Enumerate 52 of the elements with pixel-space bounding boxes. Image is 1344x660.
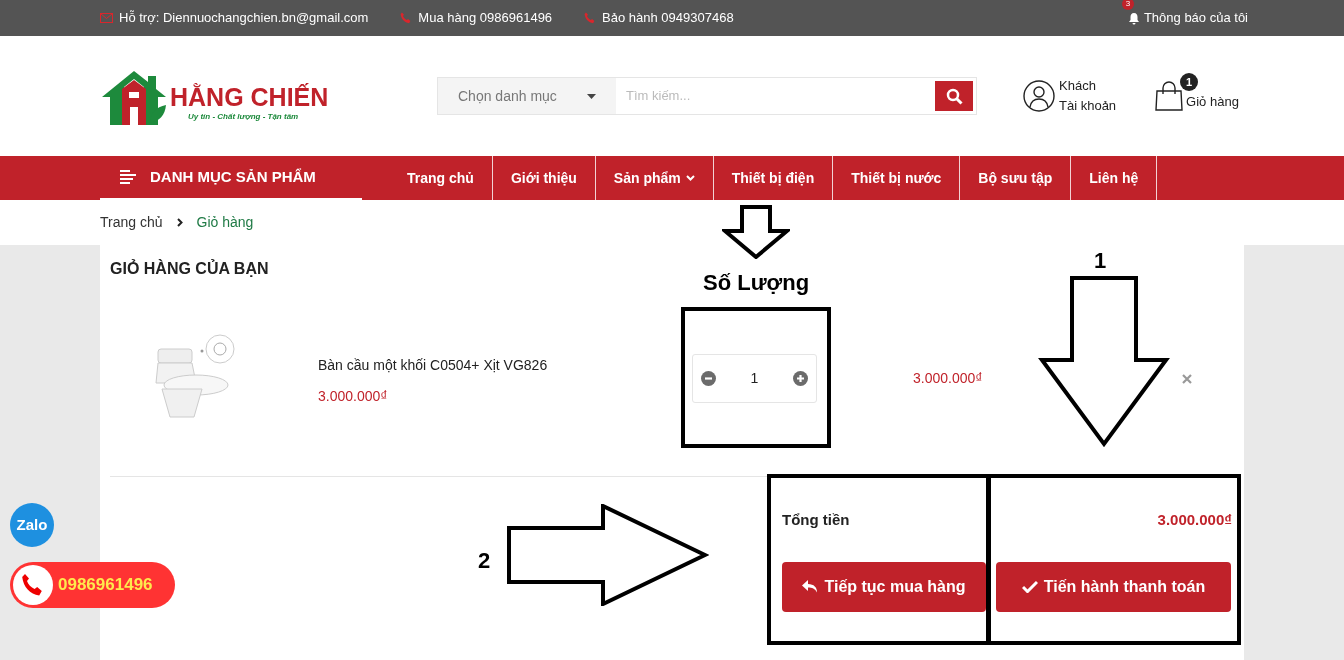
search-input[interactable]: Tìm kiếm... xyxy=(616,78,935,114)
caret-icon xyxy=(587,93,596,99)
cart-count-badge: 1 xyxy=(1180,73,1199,91)
phone-icon xyxy=(400,12,413,24)
cart-link[interactable]: Giỏ hàng xyxy=(1186,91,1239,111)
phone-icon xyxy=(584,12,597,24)
breadcrumb-link[interactable]: Giỏ hàng xyxy=(196,212,254,233)
notification-badge: 3 xyxy=(1121,0,1134,11)
continue-shopping-button[interactable]: Tiếp tục mua hàng xyxy=(782,561,986,612)
minus-icon[interactable] xyxy=(701,371,716,386)
line-total: 3.000.000₫ xyxy=(913,369,983,388)
warranty-phone: Bảo hành 0949307468 xyxy=(602,9,734,28)
nav-link[interactable]: Sản phẩm xyxy=(595,156,714,200)
sales-phone: Mua hàng 0986961496 xyxy=(418,9,553,28)
search-bar[interactable]: Chọn danh mục Tìm kiếm... xyxy=(437,77,977,115)
nav-link[interactable]: Bộ sưu tập xyxy=(960,156,1072,200)
quantity-value[interactable]: 1 xyxy=(750,368,759,389)
bell-icon xyxy=(1127,11,1140,25)
nav-link[interactable]: Thiết bị điện xyxy=(713,156,834,200)
category-dropdown[interactable]: Chọn danh mục xyxy=(438,78,616,114)
annotation-label: 1 xyxy=(1094,247,1107,275)
plus-icon[interactable] xyxy=(793,371,808,386)
search-button[interactable] xyxy=(935,81,973,111)
annotation-label: Số Lượng xyxy=(703,269,810,297)
nav-link[interactable]: Thiết bị nước xyxy=(833,156,961,200)
category-menu[interactable]: DANH MỤC SẢN PHẨM xyxy=(100,156,362,200)
annotation-label: 2 xyxy=(478,547,491,575)
cart-title: GIỎ HÀNG CỦA BẠN xyxy=(110,260,269,277)
checkout-button[interactable]: Tiến hành thanh toán xyxy=(996,561,1231,612)
user-icon xyxy=(1023,80,1055,112)
total-label: Tổng tiền xyxy=(782,510,850,530)
account-link[interactable]: Tài khoản xyxy=(1059,96,1117,116)
check-icon xyxy=(1021,580,1038,593)
support-email: Hỗ trợ: Diennuochangchien.bn@gmail.com xyxy=(119,9,369,28)
search-icon xyxy=(945,87,963,105)
reply-arrow-icon xyxy=(802,579,819,594)
nav-link[interactable]: Trang chủ xyxy=(389,156,493,200)
nav-link[interactable]: Liên hệ xyxy=(1071,156,1158,200)
chevron-right-icon xyxy=(176,218,183,227)
nav-link[interactable]: Giới thiệu xyxy=(492,156,596,200)
account-name[interactable]: Khách xyxy=(1059,76,1117,96)
breadcrumb-link[interactable]: Trang chủ xyxy=(100,212,163,233)
shopping-bag-icon xyxy=(1154,81,1185,111)
logo-slogan: Uy tín - Chất lượng - Tận tâm xyxy=(188,111,300,123)
logo-name: HẰNG CHIẾN xyxy=(170,83,329,111)
close-icon[interactable] xyxy=(1182,373,1193,384)
product-price: 3.000.000₫ xyxy=(318,387,389,406)
menu-icon xyxy=(120,170,136,184)
total-amount: 3.000.000₫ xyxy=(1157,510,1232,530)
notifications-link[interactable]: Thông báo của tôi xyxy=(1143,8,1248,28)
product-name[interactable]: Bàn cầu một khối C0504+ Xịt VG826 xyxy=(318,355,678,376)
mail-icon xyxy=(100,13,113,23)
